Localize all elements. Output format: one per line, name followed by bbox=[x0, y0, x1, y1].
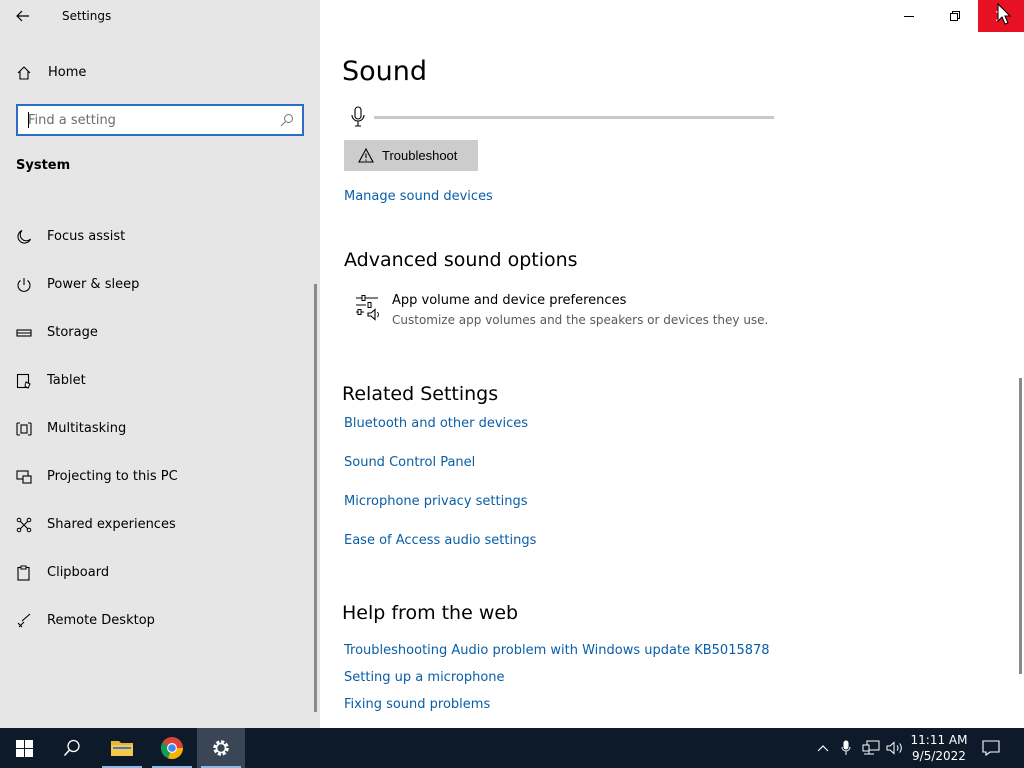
app-volume-title: App volume and device preferences bbox=[392, 293, 627, 308]
taskbar-clock[interactable]: 11:11 AM 9/5/2022 bbox=[906, 732, 972, 764]
home-icon bbox=[17, 66, 31, 80]
troubleshoot-button[interactable]: Troubleshoot bbox=[344, 140, 478, 171]
ease-of-access-audio-link[interactable]: Ease of Access audio settings bbox=[344, 533, 536, 548]
text-caret bbox=[28, 112, 29, 128]
file-explorer-button[interactable] bbox=[98, 728, 146, 768]
taskbar: 11:11 AM 9/5/2022 bbox=[0, 728, 1024, 768]
clock-time: 11:11 AM bbox=[910, 733, 968, 747]
window-title: Settings bbox=[62, 9, 112, 23]
taskbar-search-button[interactable] bbox=[48, 728, 96, 768]
help-link-audio-update[interactable]: Troubleshooting Audio problem with Windo… bbox=[344, 643, 770, 658]
microphone-icon bbox=[351, 106, 365, 127]
section-title: System bbox=[16, 158, 71, 173]
gear-icon bbox=[213, 740, 229, 756]
main-scrollbar[interactable] bbox=[1019, 378, 1022, 674]
sidebar-item-multitasking[interactable]: Multitasking bbox=[0, 411, 314, 447]
tablet-icon bbox=[16, 373, 31, 389]
clock-date: 9/5/2022 bbox=[912, 749, 966, 763]
search-input[interactable] bbox=[28, 111, 268, 129]
sidebar-item-focus-assist[interactable]: Focus assist bbox=[0, 219, 314, 255]
back-arrow-icon bbox=[16, 10, 29, 22]
warning-icon bbox=[358, 148, 374, 163]
sound-control-panel-link[interactable]: Sound Control Panel bbox=[344, 455, 475, 470]
home-label: Home bbox=[48, 65, 87, 80]
troubleshoot-label: Troubleshoot bbox=[382, 148, 458, 163]
back-button[interactable] bbox=[8, 2, 38, 30]
start-button[interactable] bbox=[0, 728, 48, 768]
sidebar-item-label: Clipboard bbox=[47, 565, 110, 580]
manage-sound-devices-link[interactable]: Manage sound devices bbox=[344, 189, 493, 204]
search-icon[interactable] bbox=[280, 113, 294, 127]
action-center-button[interactable] bbox=[978, 728, 1004, 768]
sidebar-item-shared-experiences[interactable]: Shared experiences bbox=[0, 507, 314, 543]
minimize-icon bbox=[904, 16, 914, 17]
help-link-fix-sound[interactable]: Fixing sound problems bbox=[344, 697, 490, 712]
minimize-button[interactable] bbox=[886, 0, 932, 32]
sidebar-item-label: Multitasking bbox=[47, 421, 127, 436]
sidebar-item-label: Shared experiences bbox=[47, 517, 176, 532]
sidebar-item-label: Projecting to this PC bbox=[47, 469, 178, 484]
sidebar-item-clipboard[interactable]: Clipboard bbox=[0, 555, 314, 591]
restore-button[interactable] bbox=[932, 0, 978, 32]
settings-taskbar-button[interactable] bbox=[197, 728, 245, 768]
sidebar-item-home[interactable]: Home bbox=[0, 58, 320, 88]
related-settings-heading: Related Settings bbox=[342, 383, 499, 405]
windows-logo-icon bbox=[15, 739, 33, 757]
network-icon bbox=[862, 740, 880, 755]
search-box[interactable] bbox=[16, 104, 304, 136]
sidebar-item-storage[interactable]: Storage bbox=[0, 315, 314, 351]
main-content: Sound Troubleshoot Manage sound devices … bbox=[320, 0, 1024, 728]
advanced-sound-options-heading: Advanced sound options bbox=[344, 249, 578, 271]
storage-icon bbox=[16, 329, 32, 337]
chrome-icon bbox=[160, 737, 184, 760]
speaker-icon bbox=[886, 741, 902, 755]
microphone-tray-button[interactable] bbox=[836, 728, 856, 768]
help-from-web-heading: Help from the web bbox=[342, 602, 519, 624]
sidebar-item-projecting[interactable]: Projecting to this PC bbox=[0, 459, 314, 495]
clipboard-icon bbox=[17, 565, 30, 581]
microphone-icon bbox=[841, 740, 851, 755]
volume-tray-button[interactable] bbox=[884, 728, 906, 768]
sidebar-item-label: Focus assist bbox=[47, 229, 126, 244]
projecting-icon bbox=[16, 470, 32, 484]
power-icon bbox=[17, 278, 31, 292]
page-title: Sound bbox=[342, 56, 428, 87]
notification-icon bbox=[982, 740, 1000, 756]
chevron-up-icon bbox=[817, 745, 829, 752]
microphone-level-bar bbox=[374, 116, 774, 119]
folder-icon bbox=[111, 741, 133, 756]
search-icon bbox=[63, 739, 80, 757]
help-link-setup-microphone[interactable]: Setting up a microphone bbox=[344, 670, 505, 685]
app-volume-icon bbox=[356, 295, 379, 321]
sidebar-item-label: Remote Desktop bbox=[47, 613, 155, 628]
restore-icon bbox=[950, 11, 960, 21]
shared-experiences-icon bbox=[16, 517, 32, 533]
multitasking-icon bbox=[16, 422, 32, 436]
sidebar-scrollbar[interactable] bbox=[314, 284, 317, 712]
show-hidden-icons-button[interactable] bbox=[812, 728, 834, 768]
sidebar-item-remote-desktop[interactable]: Remote Desktop bbox=[0, 603, 314, 639]
bluetooth-devices-link[interactable]: Bluetooth and other devices bbox=[344, 416, 528, 431]
sidebar-item-label: Storage bbox=[47, 325, 98, 340]
moon-icon bbox=[17, 229, 32, 244]
remote-desktop-icon bbox=[17, 613, 31, 628]
network-tray-button[interactable] bbox=[860, 728, 882, 768]
sidebar-item-label: Tablet bbox=[47, 373, 86, 388]
sidebar-item-power-sleep[interactable]: Power & sleep bbox=[0, 267, 314, 303]
sidebar-item-tablet[interactable]: Tablet bbox=[0, 363, 314, 399]
microphone-privacy-link[interactable]: Microphone privacy settings bbox=[344, 494, 528, 509]
chrome-button[interactable] bbox=[148, 728, 196, 768]
app-volume-description: Customize app volumes and the speakers o… bbox=[392, 313, 769, 327]
sidebar-item-label: Power & sleep bbox=[47, 277, 140, 292]
mouse-cursor-icon bbox=[997, 3, 1011, 25]
sidebar: Settings Home System Focus assist Power … bbox=[0, 0, 320, 728]
